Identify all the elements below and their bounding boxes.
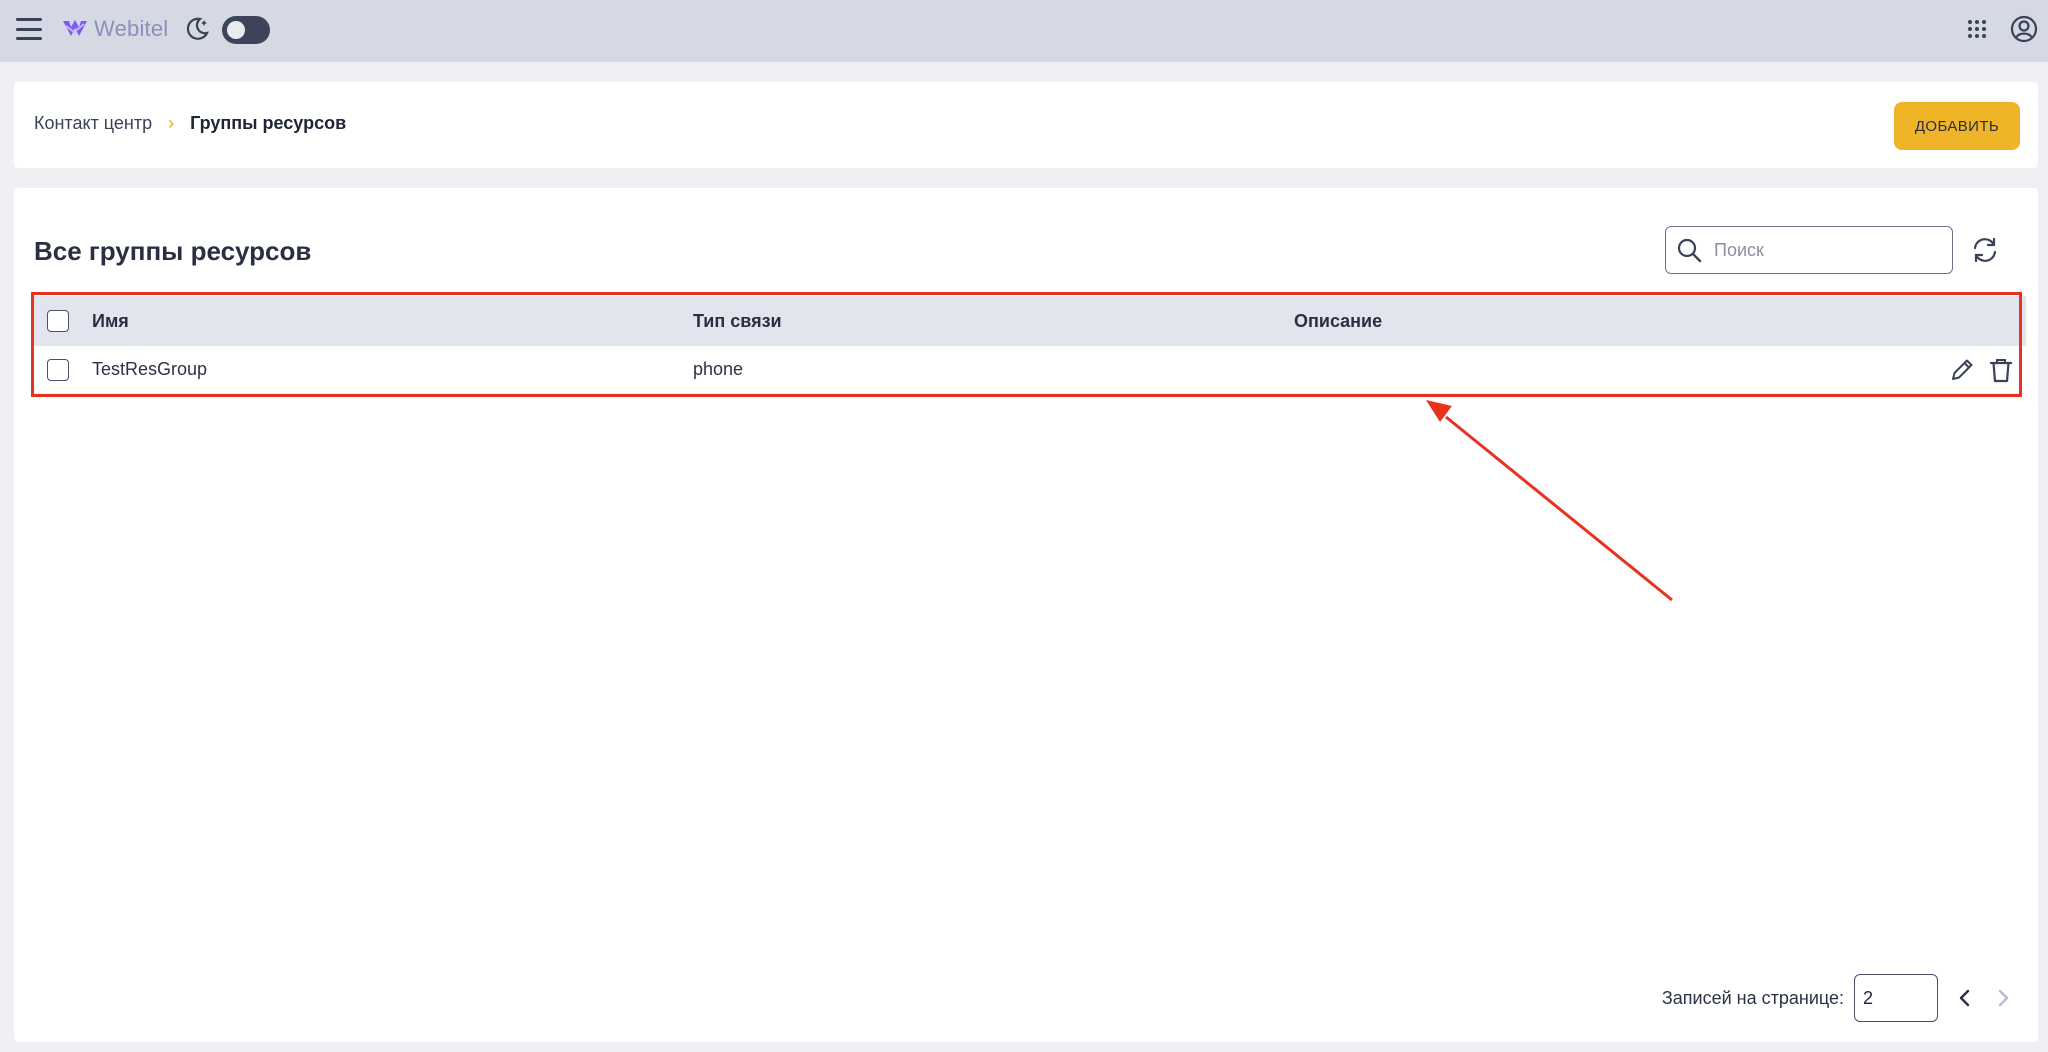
table-header: Имя Тип связи Описание (34, 296, 2026, 346)
resource-groups-table: Имя Тип связи Описание TestResGroup phon… (34, 296, 2026, 394)
refresh-icon[interactable] (1970, 235, 2000, 265)
logo-text: Webitel (94, 16, 169, 41)
moon-icon (186, 17, 209, 40)
top-header: Webitel (0, 0, 2048, 62)
trash-icon[interactable] (1988, 356, 2014, 384)
account-icon[interactable] (2010, 15, 2038, 43)
row-checkbox[interactable] (47, 358, 69, 381)
page-size-input[interactable] (1854, 974, 1938, 1022)
column-header-type[interactable]: Тип связи (693, 311, 782, 332)
search-input[interactable] (1712, 238, 1942, 262)
breadcrumb-bar: Контакт центр › Группы ресурсов ДОБАВИТЬ (14, 82, 2038, 168)
select-all-checkbox[interactable] (47, 310, 69, 332)
search-box[interactable] (1665, 226, 1953, 274)
table-row: TestResGroup phone (34, 346, 2026, 394)
page-size-label: Записей на странице: (1661, 987, 1844, 1008)
chevron-left-icon[interactable] (1954, 987, 1976, 1009)
logo-mark-icon (63, 20, 87, 36)
webitel-logo[interactable]: Webitel (62, 14, 168, 44)
chevron-right-icon[interactable] (1992, 987, 2014, 1009)
toggle-knob (227, 21, 245, 39)
add-button[interactable]: ДОБАВИТЬ (1894, 102, 2020, 150)
row-name-cell[interactable]: TestResGroup (92, 359, 207, 380)
row-type-cell: phone (693, 359, 744, 379)
breadcrumb-separator: › (168, 113, 175, 133)
breadcrumb-parent-link[interactable]: Контакт центр (34, 113, 152, 134)
column-header-description[interactable]: Описание (1294, 311, 1382, 332)
breadcrumb-current: Группы ресурсов (190, 113, 347, 133)
main-content: Все группы ресурсов Имя Тип связи Описан… (14, 188, 2038, 1042)
theme-toggle[interactable] (222, 16, 270, 44)
apps-grid-icon[interactable] (1966, 18, 1988, 40)
breadcrumb: Контакт центр › Группы ресурсов (34, 113, 346, 134)
column-header-name[interactable]: Имя (92, 311, 129, 332)
edit-icon[interactable] (1948, 356, 1976, 384)
pagination: Записей на странице: (1662, 974, 2014, 1022)
menu-icon[interactable] (16, 18, 42, 40)
search-icon (1677, 238, 1702, 263)
page-title: Все группы ресурсов (34, 236, 312, 266)
